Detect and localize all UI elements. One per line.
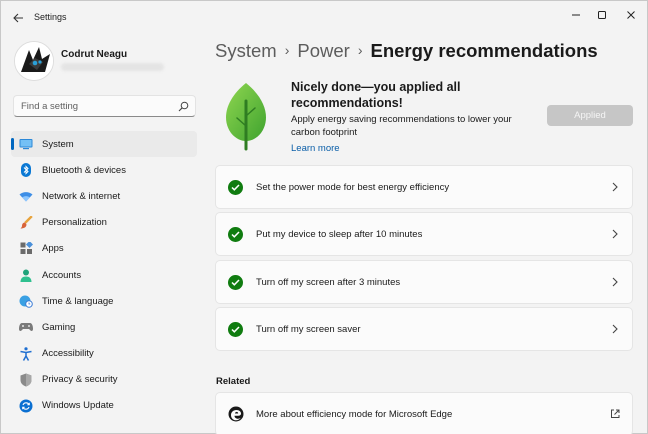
minimize-button[interactable] <box>563 5 589 25</box>
globe-clock-icon <box>19 294 33 309</box>
applied-button[interactable]: Applied <box>547 105 633 126</box>
brush-icon <box>19 216 33 230</box>
search-input[interactable]: Find a setting <box>13 95 196 117</box>
recommendation-label: Set the power mode for best energy effic… <box>256 182 450 193</box>
sidebar-item-label: System <box>42 138 74 150</box>
leaf-icon <box>226 83 266 151</box>
breadcrumb-system-link[interactable]: System <box>215 40 277 61</box>
sidebar-item-label: Network & internet <box>42 190 121 202</box>
sidebar-item-personalization[interactable]: Personalization <box>11 210 197 236</box>
edge-icon <box>228 406 244 422</box>
sidebar-item-label: Accounts <box>42 269 82 281</box>
recommendation-screen-off[interactable]: Turn off my screen after 3 minutes <box>215 260 633 304</box>
sidebar-item-label: Windows Update <box>42 400 114 412</box>
chevron-right-icon <box>612 324 618 334</box>
chevron-right-icon <box>612 182 618 192</box>
sidebar-item-network[interactable]: Network & internet <box>11 183 197 209</box>
breadcrumb-separator: › <box>284 42 290 58</box>
minimize-icon <box>572 14 580 16</box>
sidebar-item-label: Accessibility <box>42 348 94 360</box>
search-icon <box>178 101 189 112</box>
recommendation-label: Turn off my screen saver <box>256 324 361 335</box>
avatar-image-icon <box>15 42 53 80</box>
close-button[interactable] <box>618 5 644 25</box>
recommendation-label: Put my device to sleep after 10 minutes <box>256 229 423 240</box>
sidebar-item-windows-update[interactable]: Windows Update <box>11 393 197 419</box>
chevron-right-icon <box>612 229 618 239</box>
sidebar-item-privacy-security[interactable]: Privacy & security <box>11 367 197 393</box>
checkmark-icon <box>228 275 243 290</box>
learn-more-link[interactable]: Learn more <box>291 143 340 154</box>
sidebar-item-label: Bluetooth & devices <box>42 164 126 176</box>
shield-icon <box>19 373 33 387</box>
title-bar: Settings <box>1 1 647 33</box>
maximize-icon <box>598 11 606 19</box>
update-icon <box>19 399 33 413</box>
checkmark-icon <box>228 180 243 195</box>
recommendation-sleep[interactable]: Put my device to sleep after 10 minutes <box>215 212 633 256</box>
hero-description: Apply energy saving recommendations to l… <box>291 114 512 138</box>
sidebar-item-system[interactable]: System <box>11 131 197 158</box>
recommendation-power-mode[interactable]: Set the power mode for best energy effic… <box>215 165 633 209</box>
settings-window: Settings Codrut Neagu Find a setting Sys… <box>0 0 648 434</box>
checkmark-icon <box>228 322 243 337</box>
breadcrumb-power-link[interactable]: Power <box>297 40 349 61</box>
sidebar-item-label: Personalization <box>42 217 107 229</box>
sidebar-item-apps[interactable]: Apps <box>11 236 197 262</box>
back-button[interactable] <box>9 9 27 27</box>
breadcrumb-separator: › <box>357 42 363 58</box>
avatar[interactable] <box>14 41 54 81</box>
gamepad-icon <box>19 320 33 334</box>
page-title: Energy recommendations <box>370 40 598 61</box>
maximize-button[interactable] <box>589 5 615 25</box>
sidebar-item-bluetooth[interactable]: Bluetooth & devices <box>11 157 197 183</box>
related-heading: Related <box>216 376 251 387</box>
sidebar-item-accounts[interactable]: Accounts <box>11 262 197 288</box>
search-placeholder: Find a setting <box>21 101 79 112</box>
related-edge-efficiency-link[interactable]: More about efficiency mode for Microsoft… <box>215 392 633 434</box>
sidebar-item-time-language[interactable]: Time & language <box>11 288 197 314</box>
accessibility-icon <box>19 346 33 361</box>
close-icon <box>627 11 635 19</box>
checkmark-icon <box>228 227 243 242</box>
wifi-icon <box>19 189 33 203</box>
chevron-right-icon <box>612 277 618 287</box>
bluetooth-icon <box>19 163 33 178</box>
window-title: Settings <box>34 12 67 22</box>
back-arrow-icon <box>12 13 23 23</box>
sidebar-item-accessibility[interactable]: Accessibility <box>11 341 197 367</box>
system-icon <box>19 137 33 151</box>
external-link-icon <box>611 409 620 418</box>
sidebar-nav: System Bluetooth & devices Network & int… <box>11 131 197 419</box>
person-icon <box>19 268 33 282</box>
sidebar-item-label: Time & language <box>42 295 114 307</box>
apps-icon <box>19 242 33 256</box>
related-link-label: More about efficiency mode for Microsoft… <box>256 409 453 420</box>
sidebar-item-label: Privacy & security <box>42 374 118 386</box>
hero-title: Nicely done—you applied all recommendati… <box>291 80 461 110</box>
profile-name: Codrut Neagu <box>61 49 128 60</box>
sidebar-item-gaming[interactable]: Gaming <box>11 314 197 340</box>
recommendation-screen-saver[interactable]: Turn off my screen saver <box>215 307 633 351</box>
active-indicator <box>11 138 14 150</box>
recommendation-label: Turn off my screen after 3 minutes <box>256 277 401 288</box>
breadcrumb: System › Power › Energy recommendations <box>215 40 598 62</box>
sidebar-item-label: Apps <box>42 243 64 255</box>
sidebar-item-label: Gaming <box>42 321 76 333</box>
profile-email-redacted <box>61 63 164 71</box>
